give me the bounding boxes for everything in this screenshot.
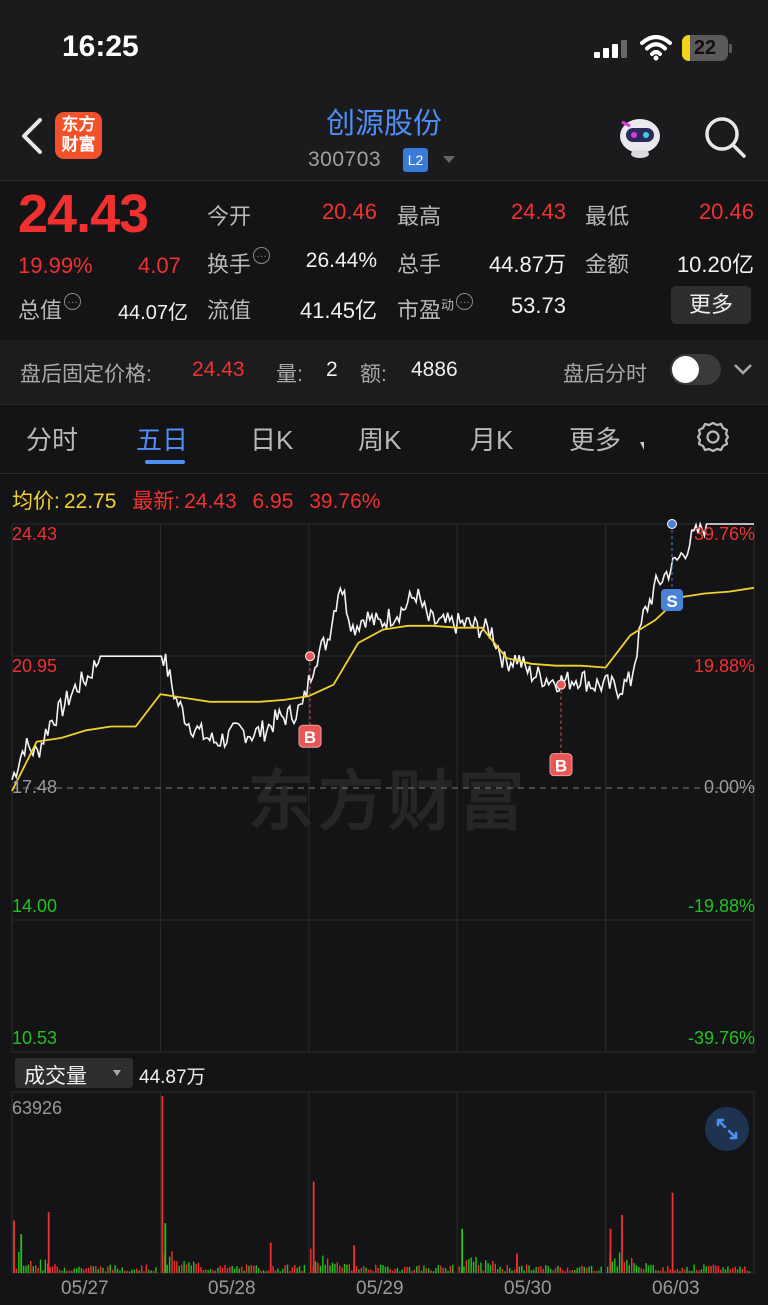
gear-icon[interactable]: [696, 420, 730, 454]
latest-change: 6.95: [252, 490, 294, 513]
float-cap-label: 流值: [207, 298, 252, 323]
y-right-tick: 19.88%: [693, 656, 755, 676]
marker-dot: [667, 519, 677, 529]
tab-daily-k[interactable]: 日K: [250, 420, 293, 457]
change-percent: 19.99%: [18, 253, 93, 278]
market-cap-value: 44.07亿: [117, 302, 188, 324]
trade-marker-label: S: [666, 592, 677, 611]
latest-label: 最新:: [132, 490, 181, 513]
low-label: 最低: [585, 204, 630, 229]
divider: [0, 180, 768, 181]
chevron-down-icon[interactable]: [733, 362, 753, 376]
x-tick: 05/30: [504, 1278, 552, 1299]
info-icon[interactable]: …: [253, 247, 271, 264]
x-tick: 05/27: [61, 1278, 109, 1299]
after-hours-label: 盘后固定价格:: [20, 363, 152, 386]
market-cap-label-text: 总值: [18, 298, 63, 323]
signal-icon: [594, 38, 628, 58]
volume-max-label: 63926: [12, 1098, 63, 1118]
five-day-chart[interactable]: B B S: [0, 515, 768, 1305]
x-tick: 05/29: [356, 1278, 404, 1299]
volume-value: 44.87万: [488, 252, 566, 277]
open-value: 20.46: [321, 199, 377, 224]
amount-label: 金额: [585, 252, 630, 277]
tab-active-indicator: [145, 460, 185, 464]
y-left-tick: 24.43: [12, 524, 58, 544]
search-icon[interactable]: [702, 114, 748, 160]
chevron-down-icon[interactable]: [443, 156, 455, 163]
after-hours-toggle[interactable]: [670, 354, 721, 385]
float-cap-value: 41.45亿: [299, 298, 377, 323]
info-icon[interactable]: …: [64, 293, 82, 310]
open-label: 今开: [207, 204, 252, 229]
y-left-tick: 20.95: [12, 656, 58, 676]
battery-icon: 22: [682, 35, 728, 61]
pe-label[interactable]: 市盈动…: [397, 293, 474, 325]
chevron-down-icon[interactable]: [113, 1070, 121, 1076]
y-right-tick: 39.76%: [693, 524, 755, 544]
level2-badge[interactable]: L2: [403, 148, 428, 172]
after-hours-volume-label: 量:: [276, 363, 303, 386]
y-left-tick: 14.00: [12, 896, 58, 916]
volume-total: 44.87万: [139, 1067, 206, 1088]
info-icon[interactable]: …: [456, 293, 474, 310]
marker-dot: [305, 651, 315, 662]
after-hours-amount: 4886: [411, 358, 458, 381]
more-button[interactable]: 更多: [671, 286, 751, 324]
high-value: 24.43: [510, 199, 566, 224]
after-hours-volume: 2: [326, 358, 338, 381]
avg-label: 均价:: [12, 490, 60, 513]
expand-icon[interactable]: [705, 1107, 749, 1151]
y-left-tick: 17.48: [12, 777, 58, 797]
robot-assistant-icon[interactable]: [616, 114, 664, 160]
corner-triangle-icon: [636, 442, 644, 450]
amount-value: 10.20亿: [676, 252, 754, 277]
indicator-label[interactable]: 成交量: [24, 1060, 87, 1090]
volume-label: 总手: [397, 252, 442, 277]
wifi-icon: [640, 35, 672, 61]
status-time: 16:25: [62, 30, 139, 63]
tab-more[interactable]: 更多: [569, 420, 621, 457]
pe-value: 53.73: [510, 293, 566, 318]
battery-level: 22: [693, 37, 717, 59]
stock-code: 300703: [308, 148, 382, 171]
chart-legend: 均价: 22.75 最新: 24.43 6.95 39.76%: [12, 485, 384, 515]
pe-label-sup: 动: [441, 297, 455, 313]
after-hours-price: 24.43: [192, 358, 245, 381]
trade-marker-label: B: [304, 728, 316, 747]
y-left-tick: 10.53: [12, 1028, 58, 1048]
last-price: 24.43: [18, 184, 149, 244]
x-tick: 05/28: [208, 1278, 256, 1299]
x-tick: 06/03: [652, 1278, 700, 1299]
turnover-value: 26.44%: [305, 249, 377, 272]
avg-value: 22.75: [63, 490, 117, 513]
y-right-tick: -19.88%: [687, 896, 755, 916]
turnover-label[interactable]: 换手…: [207, 247, 271, 279]
high-label: 最高: [397, 204, 442, 229]
market-cap-label[interactable]: 总值…: [18, 293, 82, 325]
tab-monthly-k[interactable]: 月K: [470, 420, 513, 457]
low-value: 20.46: [698, 199, 754, 224]
battery-cap: [729, 44, 732, 53]
latest-change-pct: 39.76%: [309, 490, 381, 513]
trade-marker-label: B: [555, 757, 567, 776]
y-right-tick: -39.76%: [687, 1028, 755, 1048]
tab-five-day[interactable]: 五日: [136, 420, 188, 457]
y-right-tick: 0.00%: [703, 777, 755, 797]
marker-dot: [556, 679, 566, 690]
price-line: [11, 521, 754, 781]
change-amount: 4.07: [138, 253, 181, 278]
turnover-label-text: 换手: [207, 252, 252, 277]
after-hours-amount-label: 额:: [360, 363, 387, 386]
tab-intraday[interactable]: 分时: [26, 420, 78, 457]
latest-value: 24.43: [184, 490, 237, 513]
pe-label-text: 市盈: [397, 298, 442, 323]
volume-frame: [11, 1091, 755, 1274]
after-hours-switch-label: 盘后分时: [563, 363, 647, 386]
tab-weekly-k[interactable]: 周K: [358, 420, 401, 457]
